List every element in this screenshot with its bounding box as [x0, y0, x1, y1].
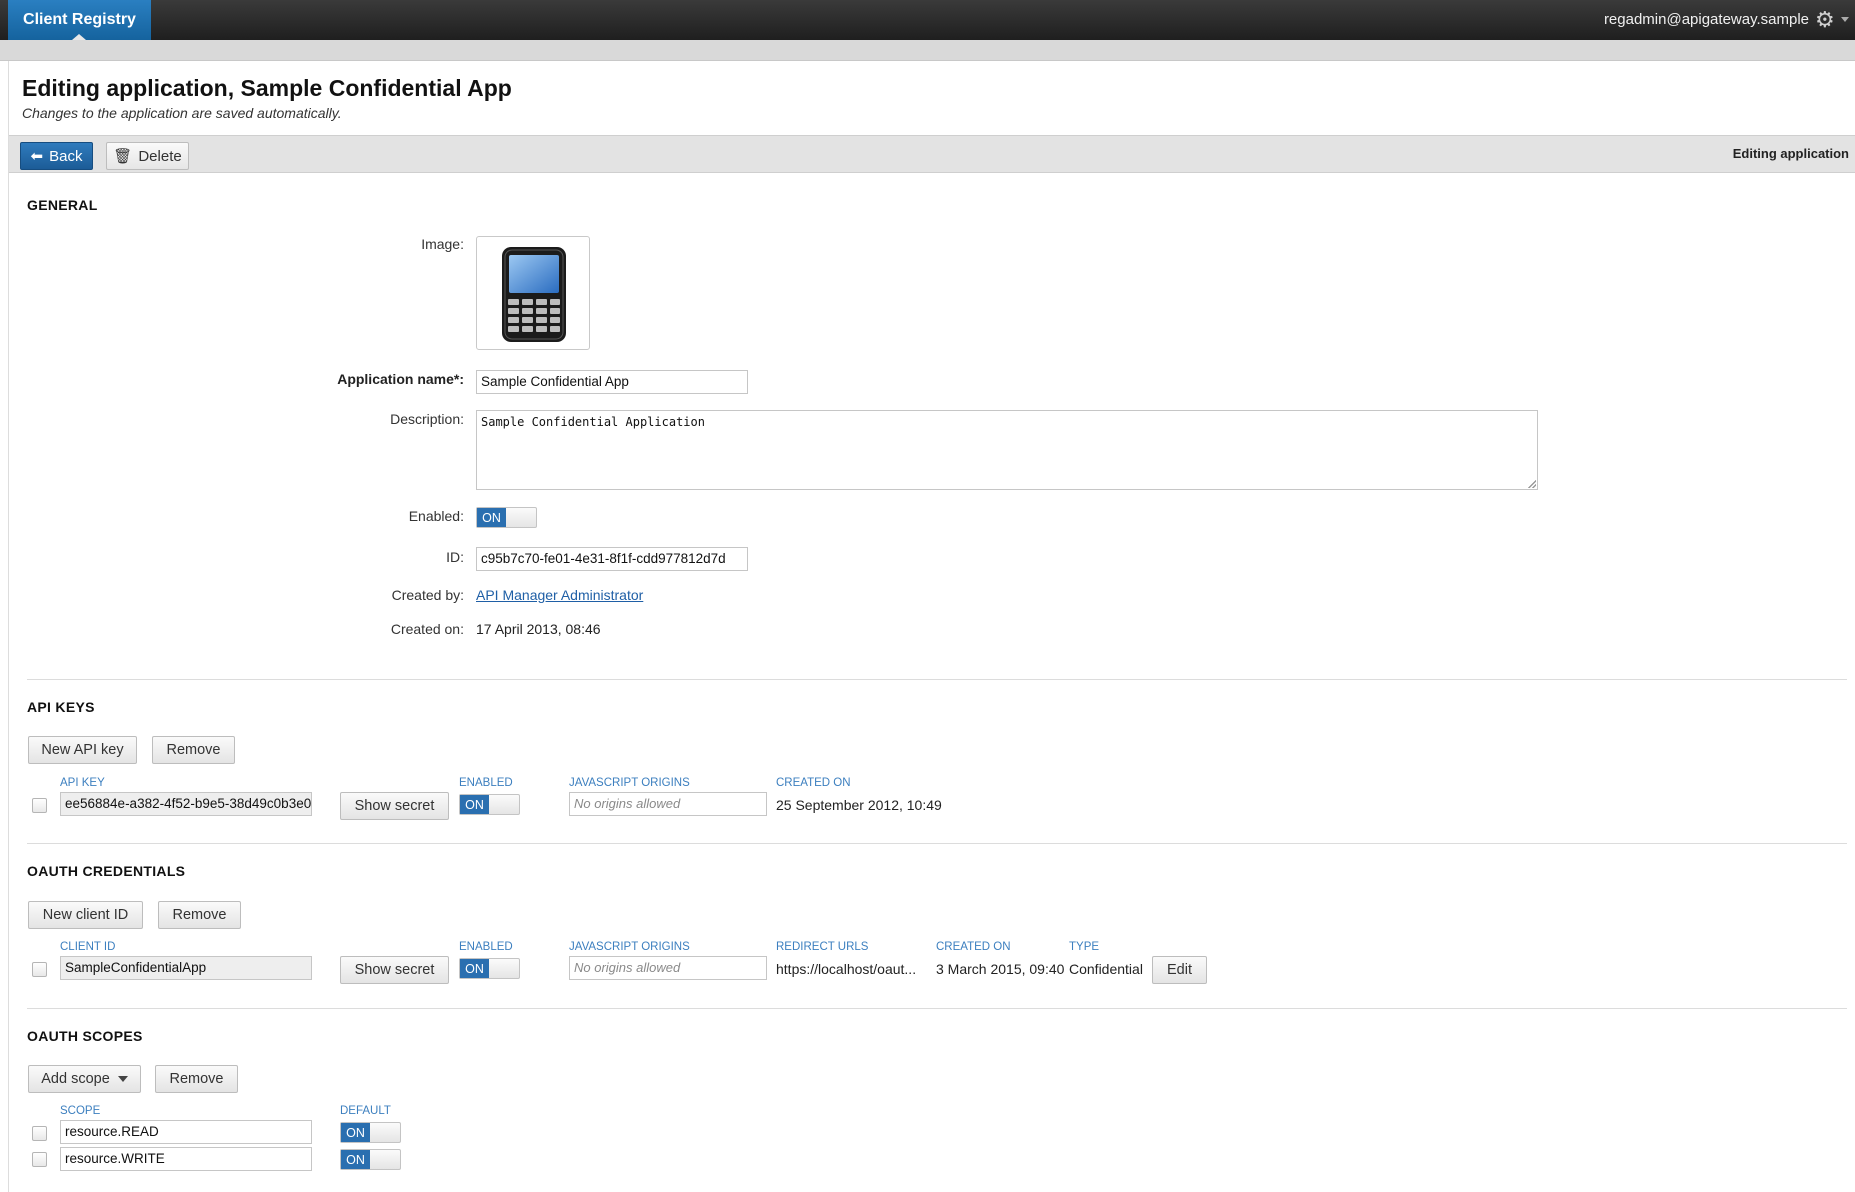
back-button[interactable]: ⬅ Back — [20, 142, 93, 170]
edit-label: Edit — [1167, 962, 1192, 978]
user-menu-email[interactable]: regadmin@apigateway.sample — [1604, 11, 1809, 28]
show-secret-label: Show secret — [354, 962, 435, 978]
scope-default-toggle[interactable]: ON — [340, 1149, 401, 1170]
add-scope-label: Add scope — [41, 1071, 110, 1087]
created-by-label: Created by: — [391, 587, 464, 603]
client-redirect-urls: https://localhost/oaut... — [776, 961, 917, 977]
new-api-key-label: New API key — [41, 742, 124, 758]
api-key-origins-input[interactable]: No origins allowed — [569, 792, 767, 816]
enabled-toggle[interactable]: ON — [476, 507, 537, 528]
mobile-phone-icon — [502, 247, 566, 342]
section-title-general: GENERAL — [27, 197, 98, 213]
column-header-created-on: CREATED ON — [776, 777, 851, 789]
client-show-secret-button[interactable]: Show secret — [340, 956, 449, 984]
column-header-type: TYPE — [1069, 941, 1100, 953]
api-key-field[interactable]: ee56884e-a382-4f52-b9e5-38d49c0b3e0 — [60, 792, 312, 816]
column-header-enabled: ENABLED — [459, 941, 513, 953]
column-header-created-on: CREATED ON — [936, 941, 1011, 953]
main-content: Editing application, Sample Confidential… — [8, 61, 1855, 1192]
column-header-javascript-origins: JAVASCRIPT ORIGINS — [569, 777, 690, 789]
scope-field[interactable]: resource.READ — [60, 1120, 312, 1144]
remove-scope-label: Remove — [169, 1071, 224, 1087]
column-header-redirect-urls: REDIRECT URLS — [776, 941, 869, 953]
toggle-on-label: ON — [460, 795, 489, 814]
scope-default-toggle[interactable]: ON — [340, 1122, 401, 1143]
column-header-api-key: API KEY — [60, 777, 105, 789]
client-created-on: 3 March 2015, 09:40 — [936, 961, 1065, 977]
back-button-label: Back — [49, 147, 83, 165]
application-name-input[interactable]: Sample Confidential App — [476, 370, 748, 394]
top-bar: Client Registry regadmin@apigateway.samp… — [0, 0, 1855, 40]
scope-row-checkbox[interactable] — [32, 1152, 47, 1167]
description-text: Sample Confidential Application — [481, 415, 705, 429]
chevron-down-icon[interactable] — [1841, 17, 1849, 22]
section-title-oauth-credentials: OAUTH CREDENTIALS — [27, 863, 186, 879]
scope-row-checkbox[interactable] — [32, 1126, 47, 1141]
section-divider — [27, 843, 1847, 844]
column-header-javascript-origins: JAVASCRIPT ORIGINS — [569, 941, 690, 953]
enabled-label: Enabled: — [408, 508, 464, 524]
new-client-id-label: New client ID — [42, 907, 129, 923]
client-id-field[interactable]: SampleConfidentialApp — [60, 956, 312, 980]
toolbar-status: Editing application — [1732, 146, 1849, 161]
resize-handle[interactable] — [1528, 480, 1536, 488]
api-key-show-secret-button[interactable]: Show secret — [340, 792, 449, 820]
description-label: Description: — [390, 411, 464, 427]
section-divider — [27, 1008, 1847, 1009]
created-on-label: Created on: — [390, 621, 464, 637]
action-toolbar: ⬅ Back 🗑 Delete Editing application — [9, 135, 1855, 173]
delete-button[interactable]: 🗑 Delete — [106, 142, 189, 170]
page-subtitle: Changes to the application are saved aut… — [22, 105, 342, 121]
new-api-key-button[interactable]: New API key — [28, 736, 137, 764]
client-type: Confidential — [1069, 961, 1143, 977]
chevron-down-icon — [117, 1076, 128, 1082]
app-title: Client Registry — [23, 11, 136, 28]
id-field[interactable]: c95b7c70-fe01-4e31-8f1f-cdd977812d7d — [476, 547, 748, 571]
remove-client-id-button[interactable]: Remove — [158, 901, 241, 929]
remove-api-key-label: Remove — [166, 742, 221, 758]
add-scope-dropdown-button[interactable]: Add scope — [28, 1065, 141, 1093]
client-origins-input[interactable]: No origins allowed — [569, 956, 767, 980]
page-title: Editing application, Sample Confidential… — [22, 75, 512, 101]
created-on-value: 17 April 2013, 08:46 — [476, 621, 601, 637]
toggle-on-label: ON — [477, 508, 506, 527]
toggle-on-label: ON — [460, 959, 489, 978]
client-enabled-toggle[interactable]: ON — [459, 958, 520, 979]
id-label: ID: — [446, 549, 464, 565]
description-textarea[interactable]: Sample Confidential Application — [476, 410, 1538, 490]
page-header: Editing application, Sample Confidential… — [22, 75, 512, 121]
api-key-enabled-toggle[interactable]: ON — [459, 794, 520, 815]
application-name-label: Application name*: — [337, 371, 464, 387]
remove-api-key-button[interactable]: Remove — [152, 736, 235, 764]
gear-icon[interactable]: ⚙ — [1815, 9, 1837, 31]
header-strip — [0, 40, 1855, 61]
section-divider — [27, 679, 1847, 680]
toggle-on-label: ON — [341, 1123, 370, 1142]
created-by-link[interactable]: API Manager Administrator — [476, 587, 643, 603]
api-key-row-checkbox[interactable] — [32, 798, 47, 813]
section-title-oauth-scopes: OAUTH SCOPES — [27, 1028, 143, 1044]
image-label: Image: — [421, 236, 464, 252]
remove-scope-button[interactable]: Remove — [155, 1065, 238, 1093]
application-image[interactable] — [476, 236, 590, 350]
trash-icon: 🗑 — [113, 148, 133, 165]
remove-client-id-label: Remove — [172, 907, 227, 923]
new-client-id-button[interactable]: New client ID — [28, 901, 143, 929]
column-header-enabled: ENABLED — [459, 777, 513, 789]
scope-field[interactable]: resource.WRITE — [60, 1147, 312, 1171]
client-row-checkbox[interactable] — [32, 962, 47, 977]
toggle-on-label: ON — [341, 1150, 370, 1169]
column-header-client-id: CLIENT ID — [60, 941, 116, 953]
client-edit-button[interactable]: Edit — [1152, 956, 1207, 984]
column-header-scope: SCOPE — [60, 1105, 101, 1117]
delete-button-label: Delete — [138, 147, 182, 165]
api-key-created-on: 25 September 2012, 10:49 — [776, 797, 942, 813]
section-title-api-keys: API KEYS — [27, 699, 95, 715]
show-secret-label: Show secret — [354, 798, 435, 814]
back-arrow-icon: ⬅ — [30, 148, 44, 165]
column-header-default: DEFAULT — [340, 1105, 391, 1117]
